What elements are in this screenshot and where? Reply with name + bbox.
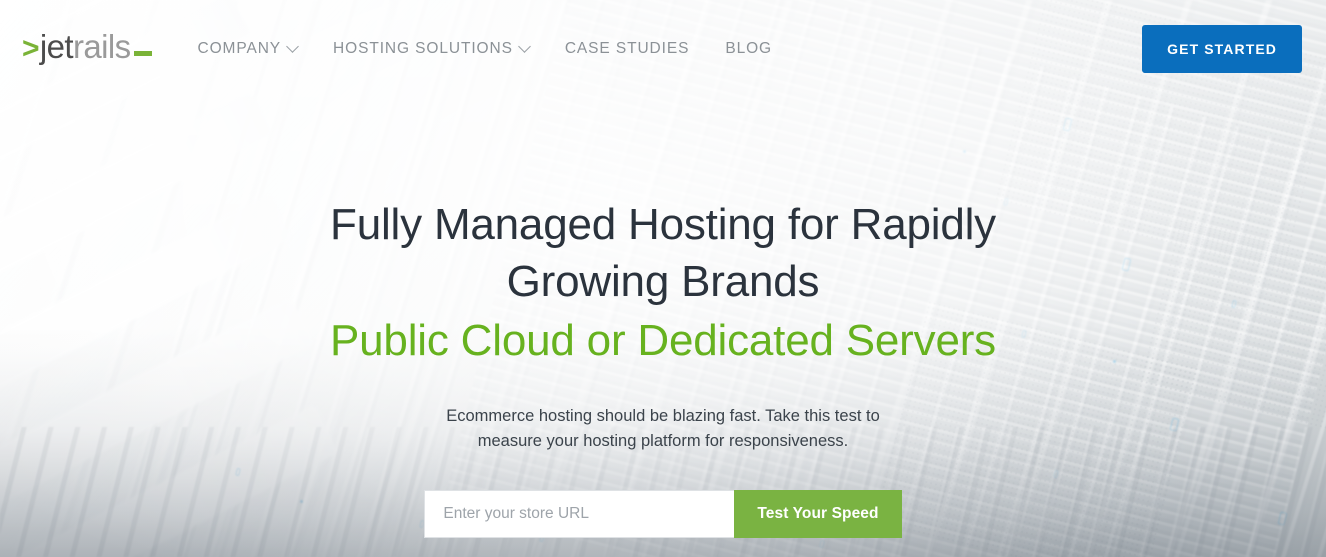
nav-item-label: HOSTING SOLUTIONS: [333, 40, 513, 57]
hero-subheading: Public Cloud or Dedicated Servers: [330, 316, 996, 366]
get-started-button[interactable]: GET STARTED: [1142, 25, 1302, 73]
site-navbar: > jet rails COMPANY HOSTING SOLUTIONS CA…: [0, 0, 1326, 98]
hero-heading-line2: Growing Brands: [506, 257, 820, 307]
main-navigation: COMPANY HOSTING SOLUTIONS CASE STUDIES B…: [197, 39, 773, 58]
logo-text-secondary: rails: [72, 28, 131, 65]
nav-item-label: CASE STUDIES: [564, 40, 690, 57]
logo-chevron-icon: >: [22, 32, 40, 65]
site-logo[interactable]: > jet rails: [22, 30, 152, 64]
nav-item-label: COMPANY: [197, 40, 282, 57]
store-url-input[interactable]: [424, 489, 735, 538]
chevron-down-icon: [286, 39, 299, 53]
hero-page: > jet rails COMPANY HOSTING SOLUTIONS CA…: [0, 0, 1326, 557]
nav-item-label: BLOG: [725, 40, 772, 57]
hero-heading-line1: Fully Managed Hosting for Rapidly: [330, 200, 996, 249]
hero-paragraph: Ecommerce hosting should be blazing fast…: [446, 406, 880, 450]
nav-item-company[interactable]: COMPANY: [197, 39, 299, 58]
hero-content: Fully Managed Hosting for Rapidly Growin…: [0, 196, 1326, 538]
nav-item-hosting-solutions[interactable]: HOSTING SOLUTIONS: [333, 39, 531, 58]
logo-text-primary: jet: [39, 28, 74, 65]
nav-item-case-studies[interactable]: CASE STUDIES: [565, 40, 690, 58]
chevron-down-icon: [517, 39, 531, 53]
hero-heading: Fully Managed Hosting for Rapidly Growin…: [40, 196, 1286, 310]
speed-test-form: Test Your Speed: [40, 489, 1286, 538]
test-your-speed-button[interactable]: Test Your Speed: [734, 489, 902, 538]
nav-item-blog[interactable]: BLOG: [725, 40, 772, 58]
logo-underscore-icon: [133, 51, 152, 56]
